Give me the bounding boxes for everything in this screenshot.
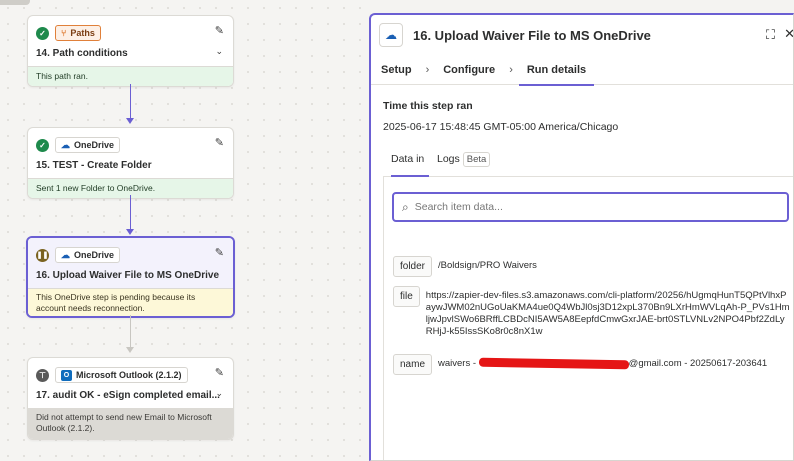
app-badge-paths: ⑂ Paths [55,25,101,41]
step-connector [130,195,131,229]
canvas-divider [0,0,30,5]
step-card-17[interactable]: ⊤ O Microsoft Outlook (2.1.2) ✎ 17. audi… [27,357,234,441]
search-icon: ⌕ [402,199,409,214]
step-detail-panel: ☁ 16. Upload Waiver File to MS OneDrive … [369,13,794,461]
success-check-icon: ✓ [36,26,49,40]
step-status-message: This OneDrive step is pending because it… [28,288,233,317]
field-row-name: name waivers - @gmail.com - 20250617-203… [393,354,767,375]
field-key: file [393,286,420,307]
subtab-logs[interactable]: Logs Beta [437,152,491,167]
app-badge-onedrive: ☁ OneDrive [55,137,121,153]
connector-arrow-icon [126,118,134,124]
panel-tabs: Setup › Configure › Run details [371,55,793,86]
section-label: Time this step ran [383,100,473,112]
step-connector [130,84,131,118]
field-value: /Boldsign/PRO Waivers [438,260,537,271]
field-key: folder [393,256,433,277]
onedrive-cloud-icon: ☁ [61,139,70,150]
app-badge-label: OneDrive [74,250,115,260]
edit-pencil-icon[interactable]: ✎ [215,136,224,149]
search-field[interactable]: ⌕ [392,192,789,222]
tab-setup[interactable]: Setup [379,55,414,85]
edit-pencil-icon[interactable]: ✎ [215,24,224,37]
chevron-right-icon: › [509,63,513,76]
connector-arrow-icon [126,347,134,353]
data-subtabs: Data in Logs Beta [383,147,793,177]
success-check-icon: ✓ [36,138,49,152]
close-icon[interactable]: ✕ [784,26,793,42]
edit-pencil-icon[interactable]: ✎ [215,366,224,379]
tab-run-details[interactable]: Run details [518,55,595,86]
onedrive-cloud-icon: ☁ [379,23,403,47]
step-card-14[interactable]: ✓ ⑂ Paths ✎ 14. Path conditions ⌄ This p… [27,15,234,87]
search-input[interactable] [414,201,755,213]
step-card-15[interactable]: ✓ ☁ OneDrive ✎ 15. TEST - Create Folder … [27,127,234,199]
app-badge-onedrive: ☁ OneDrive [55,247,121,263]
onedrive-cloud-icon: ☁ [61,249,70,260]
pause-icon: ❚❚ [36,248,49,262]
panel-title: 16. Upload Waiver File to MS OneDrive [413,27,651,43]
connector-arrow-icon [126,229,134,235]
app-badge-label: OneDrive [74,140,115,150]
chevron-down-icon[interactable]: ⌄ [215,46,223,57]
subtab-data-in[interactable]: Data in [391,153,424,165]
field-value: waivers - @gmail.com - 20250617-203641 [438,354,767,370]
step-status-message: Did not attempt to send new Email to Mic… [28,408,233,440]
beta-badge: Beta [462,152,491,167]
panel-header: ☁ 16. Upload Waiver File to MS OneDrive … [371,15,793,55]
field-row-folder: folder /Boldsign/PRO Waivers [393,256,537,277]
step-card-16[interactable]: ❚❚ ☁ OneDrive ✎ 16. Upload Waiver File t… [26,236,235,319]
field-key: name [393,354,433,375]
expand-icon[interactable]: ⛶ [766,27,775,43]
field-value-prefix: waivers - [438,358,479,369]
step-status-message: This path ran. [28,66,233,86]
field-row-file: file https://zapier-dev-files.s3.amazona… [393,286,791,338]
tab-configure[interactable]: Configure [441,55,497,85]
field-value: https://zapier-dev-files.s3.amazonaws.co… [425,290,790,338]
app-badge-outlook: O Microsoft Outlook (2.1.2) [55,367,188,383]
step-title: 14. Path conditions [36,48,128,59]
field-value-suffix: @gmail.com - 20250617-203641 [628,358,768,369]
step-title: 16. Upload Waiver File to MS OneDrive [36,270,220,281]
step-title: 15. TEST - Create Folder [36,160,152,171]
step-title: 17. audit OK - eSign completed email... [36,390,220,401]
subtab-logs-label: Logs [437,153,460,165]
paths-icon: ⑂ [61,28,67,38]
filter-icon: ⊤ [36,368,49,382]
app-badge-label: Microsoft Outlook (2.1.2) [76,370,182,380]
workflow-canvas[interactable]: ✓ ⑂ Paths ✎ 14. Path conditions ⌄ This p… [0,0,370,461]
outlook-icon: O [61,369,72,381]
chevron-down-icon[interactable]: ⌄ [215,388,223,399]
chevron-right-icon: › [425,63,430,76]
step-connector [130,315,131,347]
run-timestamp: 2025-06-17 15:48:45 GMT-05:00 America/Ch… [383,121,619,133]
edit-pencil-icon[interactable]: ✎ [215,246,224,259]
app-badge-label: Paths [70,28,95,38]
redaction-mark [478,357,629,370]
